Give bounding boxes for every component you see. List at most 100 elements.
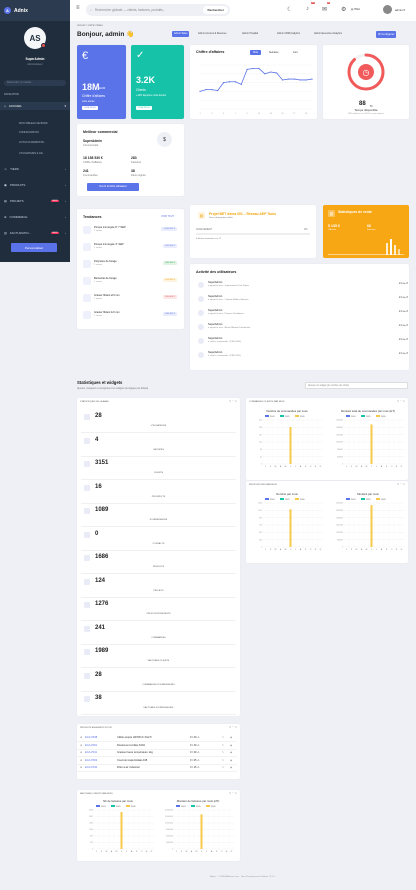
x-tick-label: M bbox=[116, 851, 118, 853]
x-tick-label: F bbox=[181, 851, 183, 853]
y-tick-label: 3 333 333 bbox=[336, 510, 343, 512]
x-tick-label: J bbox=[121, 851, 122, 853]
x-tick-label: J bbox=[376, 466, 377, 468]
bar-chart-title: Nb de factures par mois bbox=[103, 799, 133, 803]
x-tick-label: S bbox=[216, 851, 218, 853]
x-tick-label: J bbox=[346, 549, 347, 551]
legend-swatch bbox=[295, 415, 299, 417]
bar-chart-title: Nombre par mois bbox=[276, 492, 298, 496]
y-tick-label: 1 333 bbox=[89, 823, 93, 825]
legend-swatch bbox=[376, 415, 380, 417]
bar bbox=[370, 424, 373, 464]
x-tick-label: M bbox=[196, 851, 198, 853]
y-tick-label: 1 000 000 bbox=[336, 442, 343, 444]
x-tick-label: A bbox=[300, 548, 302, 551]
x-tick-label: D bbox=[401, 549, 403, 551]
bar-chart-title: Montant de factures par mois (HT) bbox=[177, 799, 220, 803]
legend-label: 2025 bbox=[116, 806, 121, 808]
x-tick-label: M bbox=[275, 549, 277, 551]
x-tick-label: J bbox=[265, 549, 266, 551]
y-tick-label: 666 667 bbox=[337, 539, 343, 541]
y-tick-label: 0 bbox=[342, 464, 343, 466]
legend-label: 2025 bbox=[196, 806, 201, 808]
legend-label: 2024 bbox=[351, 499, 356, 501]
y-tick-label: 42 bbox=[260, 456, 262, 458]
y-tick-label: 2 000 000 bbox=[336, 420, 343, 422]
x-tick-label: A bbox=[381, 548, 383, 551]
y-tick-label: 18 000 000 bbox=[165, 810, 173, 812]
y-tick-label: 3 000 000 bbox=[166, 842, 173, 844]
x-tick-label: J bbox=[371, 549, 372, 551]
y-tick-label: 0 bbox=[342, 547, 343, 549]
y-tick-label: 2 000 000 bbox=[336, 525, 343, 527]
y-tick-label: 1 400 bbox=[258, 503, 262, 505]
x-tick-label: S bbox=[136, 851, 138, 853]
legend-label: 2026 bbox=[381, 416, 386, 418]
y-tick-label: 0 bbox=[261, 547, 262, 549]
legend-label: 2024 bbox=[101, 806, 106, 808]
legend-swatch bbox=[361, 415, 365, 417]
x-tick-label: O bbox=[391, 549, 393, 551]
x-tick-label: J bbox=[376, 549, 377, 551]
bar bbox=[120, 811, 123, 849]
x-tick-label: J bbox=[176, 851, 177, 853]
y-tick-label: 1 333 333 bbox=[336, 434, 343, 436]
y-tick-label: 167 bbox=[259, 434, 262, 436]
x-tick-label: M bbox=[356, 466, 358, 468]
x-tick-label: S bbox=[305, 466, 307, 468]
x-tick-label: M bbox=[285, 466, 287, 468]
y-tick-label: 1 000 bbox=[89, 829, 93, 831]
legend-swatch bbox=[176, 805, 180, 807]
legend-label: 2025 bbox=[285, 499, 290, 501]
x-tick-label: S bbox=[386, 549, 388, 551]
x-tick-label: J bbox=[126, 851, 127, 853]
x-tick-label: J bbox=[201, 851, 202, 853]
legend-swatch bbox=[361, 498, 365, 500]
x-tick-label: A bbox=[211, 850, 213, 853]
x-tick-label: N bbox=[396, 466, 398, 468]
legend-swatch bbox=[280, 415, 284, 417]
x-tick-label: O bbox=[141, 851, 143, 853]
x-tick-label: O bbox=[310, 549, 312, 551]
x-tick-label: N bbox=[315, 549, 317, 551]
x-tick-label: A bbox=[191, 850, 193, 853]
y-tick-label: 0 bbox=[172, 849, 173, 851]
y-tick-label: 4 000 000 bbox=[336, 503, 343, 505]
x-tick-label: S bbox=[386, 466, 388, 468]
legend-label: 2025 bbox=[366, 416, 371, 418]
y-tick-label: 0 bbox=[92, 849, 93, 851]
legend-label: 2024 bbox=[270, 416, 275, 418]
y-tick-label: 6 000 000 bbox=[166, 836, 173, 838]
y-tick-label: 700 bbox=[259, 525, 262, 527]
legend-swatch bbox=[96, 805, 100, 807]
y-tick-label: 2 000 bbox=[89, 810, 93, 812]
legend-swatch bbox=[295, 498, 299, 500]
y-tick-label: 333 bbox=[90, 842, 93, 844]
legend-label: 2025 bbox=[285, 416, 290, 418]
x-tick-label: M bbox=[366, 549, 368, 551]
y-tick-label: 667 bbox=[90, 836, 93, 838]
legend-label: 2026 bbox=[131, 806, 136, 808]
bar-charts: Nombre de commandes par mois 2024 2025 2026… bbox=[89, 409, 404, 853]
x-tick-label: A bbox=[280, 548, 282, 551]
x-tick-label: N bbox=[396, 549, 398, 551]
legend-label: 2024 bbox=[270, 499, 275, 501]
x-tick-label: J bbox=[290, 466, 291, 468]
y-tick-label: 2 666 667 bbox=[336, 517, 343, 519]
x-tick-label: N bbox=[315, 466, 317, 468]
x-tick-label: J bbox=[346, 466, 347, 468]
x-tick-label: A bbox=[131, 850, 133, 853]
y-tick-label: 933 bbox=[259, 517, 262, 519]
x-tick-label: A bbox=[280, 465, 282, 468]
y-tick-label: 1 333 333 bbox=[336, 532, 343, 534]
legend-label: 2026 bbox=[300, 499, 305, 501]
legend-swatch bbox=[126, 805, 130, 807]
y-tick-label: 208 bbox=[259, 427, 262, 429]
y-tick-label: 467 bbox=[259, 532, 262, 534]
x-tick-label: O bbox=[310, 466, 312, 468]
x-tick-label: M bbox=[186, 851, 188, 853]
bar bbox=[289, 427, 292, 464]
bar bbox=[370, 505, 373, 547]
legend-swatch bbox=[265, 498, 269, 500]
x-tick-label: D bbox=[320, 549, 322, 551]
